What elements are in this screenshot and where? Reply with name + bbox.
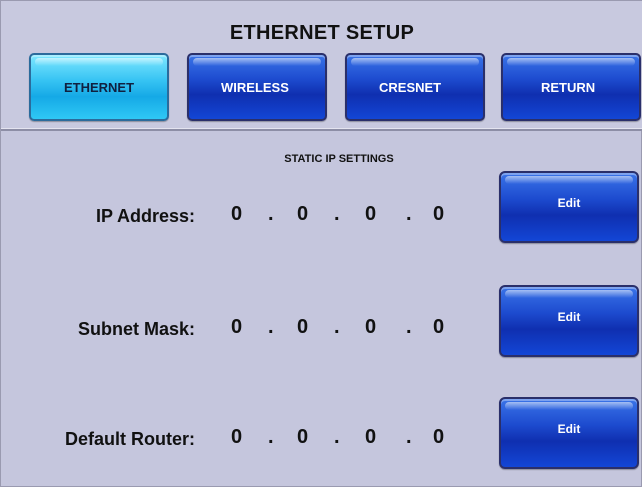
router-octet-4: 0 bbox=[433, 426, 445, 448]
ip-octet-2: 0 bbox=[297, 203, 309, 225]
subnet-octet-4: 0 bbox=[433, 316, 445, 338]
router-octet-3: 0 bbox=[365, 426, 377, 448]
tab-wireless[interactable]: WIRELESS bbox=[187, 53, 327, 121]
tab-wireless-label: WIRELESS bbox=[221, 79, 289, 95]
router-octet-2: 0 bbox=[297, 426, 309, 448]
subnet-octet-1: 0 bbox=[231, 316, 243, 338]
ip-octet-4: 0 bbox=[433, 203, 445, 225]
default-router-label: Default Router: bbox=[65, 429, 195, 449]
subnet-dot: . bbox=[268, 316, 274, 338]
header-bar: ETHERNET SETUP ETHERNET WIRELESS CRESNET… bbox=[1, 1, 642, 131]
tab-ethernet-label: ETHERNET bbox=[63, 79, 135, 95]
tab-return[interactable]: RETURN bbox=[501, 53, 641, 121]
ip-dot: . bbox=[406, 203, 412, 225]
router-dot: . bbox=[406, 426, 412, 448]
ip-octet-3: 0 bbox=[365, 203, 377, 225]
tab-cresnet-label: CRESNET bbox=[379, 79, 442, 95]
page-title: ETHERNET SETUP bbox=[229, 22, 415, 44]
edit-button-label: Edit bbox=[557, 310, 581, 324]
router-dot: . bbox=[268, 426, 274, 448]
router-octet-1: 0 bbox=[231, 426, 243, 448]
edit-default-router-button[interactable]: Edit bbox=[499, 397, 639, 469]
ip-octet-1: 0 bbox=[231, 203, 243, 225]
subnet-octet-3: 0 bbox=[365, 316, 377, 338]
ip-dot: . bbox=[268, 203, 274, 225]
subnet-mask-label: Subnet Mask: bbox=[77, 319, 195, 339]
tab-return-label: RETURN bbox=[541, 79, 596, 95]
router-dot: . bbox=[334, 426, 340, 448]
tab-ethernet[interactable]: ETHERNET bbox=[29, 53, 169, 121]
ethernet-setup-screen: ETHERNET SETUP ETHERNET WIRELESS CRESNET… bbox=[0, 0, 642, 487]
edit-button-label: Edit bbox=[557, 196, 581, 210]
subnet-octet-2: 0 bbox=[297, 316, 309, 338]
edit-button-label: Edit bbox=[557, 422, 581, 436]
edit-ip-address-button[interactable]: Edit bbox=[499, 171, 639, 243]
static-ip-settings-heading: STATIC IP SETTINGS bbox=[284, 153, 394, 165]
ip-dot: . bbox=[334, 203, 340, 225]
edit-subnet-mask-button[interactable]: Edit bbox=[499, 285, 639, 357]
subnet-dot: . bbox=[406, 316, 412, 338]
subnet-dot: . bbox=[334, 316, 340, 338]
ip-address-label: IP Address: bbox=[95, 206, 195, 226]
tab-cresnet[interactable]: CRESNET bbox=[345, 53, 485, 121]
